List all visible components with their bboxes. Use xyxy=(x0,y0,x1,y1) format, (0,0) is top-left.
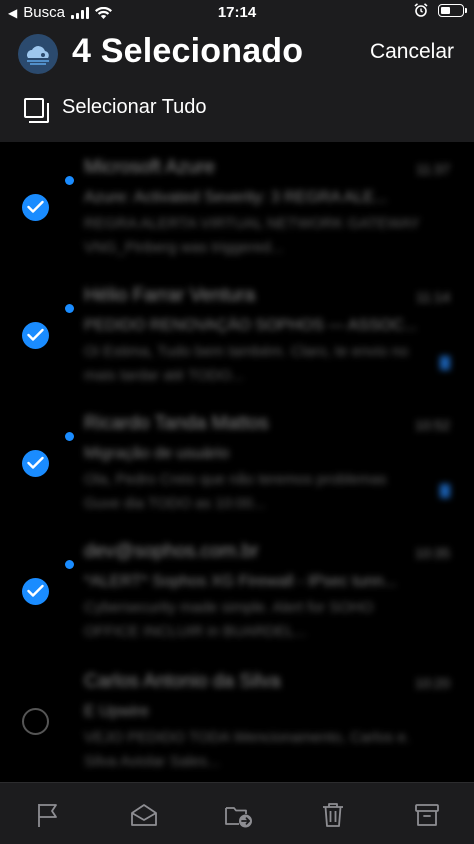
flag-button[interactable] xyxy=(34,801,62,829)
unread-dot-icon xyxy=(65,560,74,569)
list-item[interactable]: Microsoft Azure 11:37 Azure: Activated S… xyxy=(0,142,474,270)
message-sender: Ricardo Tanda Mattos xyxy=(84,413,269,434)
list-item[interactable]: Ricardo Tanda Mattos 10:52 Migração de u… xyxy=(0,398,474,526)
account-avatar[interactable] xyxy=(18,34,58,74)
unread-dot-icon xyxy=(65,176,74,185)
select-all-button[interactable]: Selecionar Tudo xyxy=(24,96,207,123)
message-subject: PEDIDO RENOVAÇÃO SOPHOS — ASSOC... xyxy=(84,317,418,334)
envelope-open-icon xyxy=(131,804,157,826)
cancel-button[interactable]: Cancelar xyxy=(370,40,454,64)
message-date: 11:37 xyxy=(416,161,450,177)
page-title: 4 Selecionado xyxy=(72,32,304,70)
message-date: 10:20 xyxy=(414,675,450,691)
flag-icon xyxy=(38,804,57,827)
status-bar: ◀ Busca 17:14 xyxy=(0,0,474,26)
message-date: 10:52 xyxy=(414,417,450,433)
unselected-circle-icon[interactable] xyxy=(22,708,49,735)
message-preview: REGRA ALERTA VIRTUAL NETWORK GATEWAY VNG… xyxy=(84,215,420,256)
message-subject: *ALERT* Sophos XG Firewall - IPsec tunn.… xyxy=(84,573,397,590)
selected-check-icon[interactable] xyxy=(22,322,49,349)
selection-header: 4 Selecionado Cancelar Selecionar Tudo xyxy=(0,26,474,142)
message-sender: Hélio Farrar Ventura xyxy=(84,285,256,306)
message-preview: Cybersecurity made simple. Alert for SOH… xyxy=(84,599,374,640)
unread-dot-icon xyxy=(65,304,74,313)
message-sender: dev@sophos.com.br xyxy=(84,541,259,562)
message-sender: Microsoft Azure xyxy=(84,157,215,178)
select-all-label: Selecionar Tudo xyxy=(62,96,207,118)
message-preview: Oi Estima, Tudo bem também. Claro, te en… xyxy=(84,343,409,384)
selected-check-icon[interactable] xyxy=(22,450,49,477)
move-folder-icon xyxy=(225,807,252,828)
message-subject: E Upwire xyxy=(84,703,149,720)
cloud-logo-icon xyxy=(18,34,58,74)
trash-icon xyxy=(323,803,343,827)
battery-icon xyxy=(438,3,467,17)
list-item[interactable]: dev@sophos.com.br 10:35 *ALERT* Sophos X… xyxy=(0,526,474,654)
message-date: 10:35 xyxy=(414,545,450,561)
status-time: 17:14 xyxy=(217,4,257,21)
selected-check-icon[interactable] xyxy=(22,194,49,221)
message-sender: Carlos Antonio da Silva xyxy=(84,671,281,692)
selected-check-icon[interactable] xyxy=(22,578,49,605)
select-all-checkbox-icon xyxy=(24,97,49,123)
message-date: 11:14 xyxy=(416,289,450,305)
message-list: Microsoft Azure 11:37 Azure: Activated S… xyxy=(0,142,474,782)
delete-button[interactable] xyxy=(319,801,347,829)
flag-marker-icon xyxy=(440,356,450,370)
bottom-toolbar xyxy=(0,782,474,844)
list-item[interactable]: Hélio Farrar Ventura 11:14 PEDIDO RENOVA… xyxy=(0,270,474,398)
archive-button[interactable] xyxy=(413,801,441,829)
move-button[interactable] xyxy=(224,801,252,829)
message-preview: VEJO PEDIDO TODA Wencionamento, Carlos e… xyxy=(84,729,410,770)
flag-marker-icon xyxy=(440,484,450,498)
archive-icon xyxy=(415,804,439,826)
message-subject: Migração de usuário xyxy=(84,445,229,462)
list-item[interactable]: Carlos Antonio da Silva 10:20 E Upwire V… xyxy=(0,654,474,782)
unread-dot-icon xyxy=(65,432,74,441)
alarm-icon xyxy=(414,3,428,17)
message-preview: Ola, Pedro Creio que não teremos problem… xyxy=(84,471,387,512)
mark-read-button[interactable] xyxy=(130,801,158,829)
message-subject: Azure: Activated Severity: 3 REGRA ALE..… xyxy=(84,189,388,206)
